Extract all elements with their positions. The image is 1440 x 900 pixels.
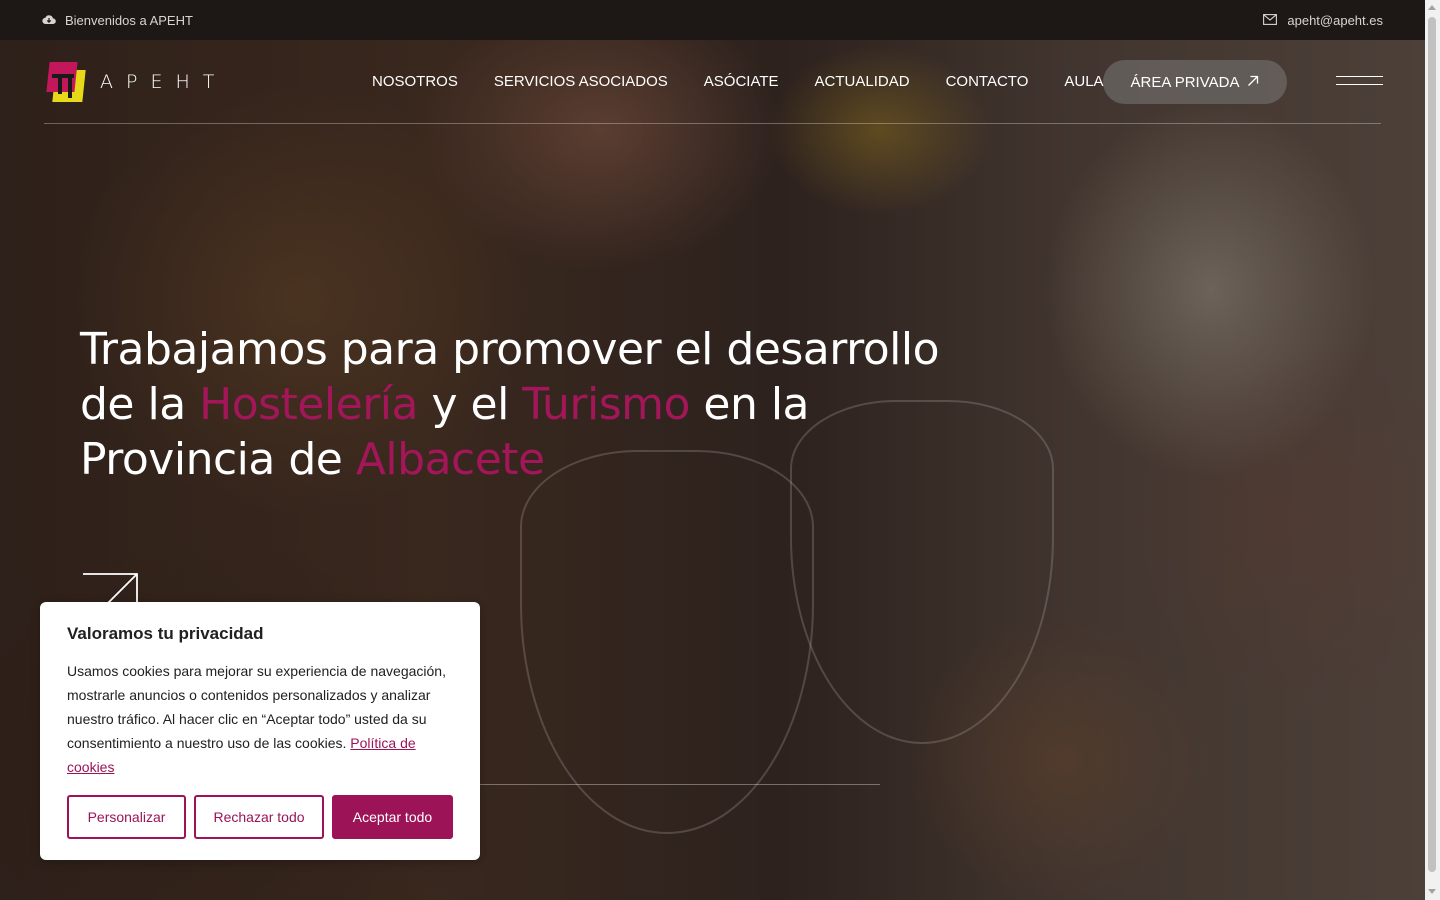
private-area-button[interactable]: ÁREA PRIVADA [1103,60,1287,104]
logo-mark-icon [46,60,86,104]
logo-text: APEHT [100,71,228,93]
cookie-buttons: Personalizar Rechazar todo Aceptar todo [67,795,453,839]
private-area-label: ÁREA PRIVADA [1130,73,1240,91]
nav-item-actualidad[interactable]: ACTUALIDAD [815,73,910,90]
hero-text: y el [418,379,523,430]
hero-text: Provincia de [80,434,356,485]
reject-all-button[interactable]: Rechazar todo [194,795,324,839]
welcome-message: Bienvenidos a APEHT [42,13,193,28]
cookie-text: Usamos cookies para mejorar su experienc… [67,659,457,779]
welcome-text: Bienvenidos a APEHT [65,13,193,28]
cloud-download-icon [42,13,56,28]
nav-item-aula[interactable]: AULA [1064,73,1103,90]
hero-accent-hosteleria: Hostelería [199,379,418,430]
scroll-up-icon[interactable] [1428,5,1436,10]
header-divider [44,123,1381,124]
scrollbar[interactable] [1425,0,1440,900]
accept-all-button[interactable]: Aceptar todo [332,795,453,839]
hero-divider [480,784,880,785]
nav-item-contacto[interactable]: CONTACTO [946,73,1029,90]
scroll-down-icon[interactable] [1428,889,1436,894]
hero-line-1: Trabajamos para promover el desarrollo [80,324,940,375]
customize-button[interactable]: Personalizar [67,795,186,839]
hero-text: en la [689,379,810,430]
envelope-icon [1263,13,1278,28]
cookie-title: Valoramos tu privacidad [67,624,264,643]
top-bar: Bienvenidos a APEHT apeht@apeht.es [0,0,1425,40]
nav-item-nosotros[interactable]: NOSOTROS [372,73,458,90]
hero-text: de la [80,379,200,430]
hero-title: Trabajamos para promover el desarrollo d… [80,322,980,487]
nav-item-asociate[interactable]: ASÓCIATE [704,73,779,90]
cookie-consent-banner: Valoramos tu privacidad Usamos cookies p… [40,602,480,860]
hero-accent-albacete: Albacete [355,434,545,485]
arrow-up-right-icon [1247,74,1259,91]
email-link[interactable]: apeht@apeht.es [1287,13,1383,28]
scrollbar-thumb[interactable] [1428,17,1436,872]
nav-item-servicios-asociados[interactable]: SERVICIOS ASOCIADOS [494,73,668,90]
hero-accent-turismo: Turismo [522,379,690,430]
site-logo[interactable]: APEHT [46,60,227,104]
main-nav: NOSOTROS SERVICIOS ASOCIADOS ASÓCIATE AC… [372,73,1104,90]
email-contact[interactable]: apeht@apeht.es [1263,13,1383,28]
hamburger-icon[interactable] [1336,76,1383,88]
